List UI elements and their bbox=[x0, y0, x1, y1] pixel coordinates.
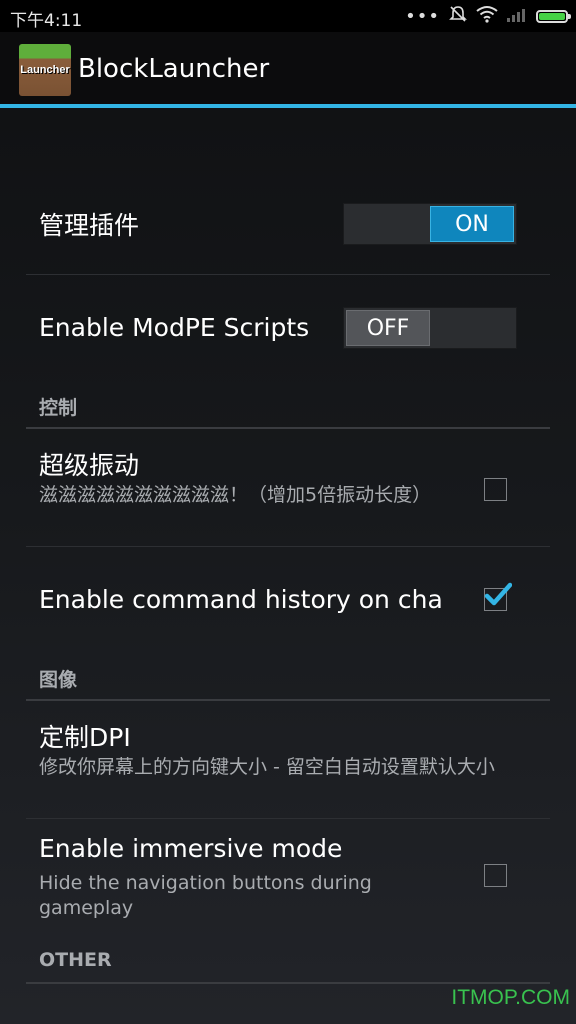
alarm-off-icon bbox=[448, 4, 468, 28]
immersive-mode-checkbox[interactable] bbox=[484, 864, 507, 887]
switch-thumb-off: OFF bbox=[346, 310, 430, 346]
pref-custom-dpi-summary: 修改你屏幕上的方向键大小 - 留空白自动设置默认大小 bbox=[39, 756, 495, 778]
checkmark-icon bbox=[484, 582, 512, 606]
pref-custom-dpi[interactable]: 定制DPI 修改你屏幕上的方向键大小 - 留空白自动设置默认大小 bbox=[26, 702, 550, 818]
app-title: BlockLauncher bbox=[78, 54, 270, 84]
modpe-scripts-switch[interactable]: OFF bbox=[343, 307, 517, 349]
pref-immersive-mode[interactable]: Enable immersive mode Hide the navigatio… bbox=[26, 819, 550, 937]
app-icon-label: Launcher bbox=[20, 64, 70, 76]
pref-immersive-mode-title: Enable immersive mode bbox=[39, 834, 343, 863]
signal-icon bbox=[506, 5, 528, 27]
status-bar: 下午4:11 ••• bbox=[0, 0, 576, 32]
pref-super-vibration-title: 超级振动 bbox=[39, 451, 140, 480]
pref-super-vibration-summary: 滋滋滋滋滋滋滋滋滋滋！（增加5倍振动长度） bbox=[39, 484, 432, 506]
pref-command-history-title: Enable command history on cha bbox=[39, 585, 443, 614]
pref-immersive-mode-summary: Hide the navigation buttons during gamep… bbox=[39, 872, 372, 919]
category-divider bbox=[26, 427, 550, 429]
pref-custom-dpi-title: 定制DPI bbox=[39, 723, 131, 752]
category-control: 控制 bbox=[39, 397, 78, 419]
category-graphics: 图像 bbox=[39, 669, 78, 691]
category-divider bbox=[26, 982, 550, 984]
status-time: 下午4:11 bbox=[10, 11, 83, 31]
pref-modpe-scripts[interactable]: Enable ModPE Scripts OFF bbox=[26, 275, 550, 379]
wifi-icon bbox=[476, 5, 498, 27]
manage-plugins-switch[interactable]: ON bbox=[343, 203, 517, 245]
action-bar: Launcher BlockLauncher bbox=[0, 32, 576, 108]
pref-manage-plugins-title: 管理插件 bbox=[39, 211, 140, 240]
switch-thumb-on: ON bbox=[430, 206, 514, 242]
pref-manage-plugins[interactable]: 管理插件 ON bbox=[26, 172, 550, 274]
category-divider bbox=[26, 699, 550, 701]
app-icon[interactable]: Launcher bbox=[19, 44, 71, 96]
command-history-checkbox[interactable] bbox=[484, 582, 512, 611]
battery-icon bbox=[536, 9, 571, 23]
pref-super-vibration[interactable]: 超级振动 滋滋滋滋滋滋滋滋滋滋！（增加5倍振动长度） bbox=[26, 430, 550, 546]
pref-command-history[interactable]: Enable command history on cha bbox=[26, 547, 550, 651]
notification-dots-icon: ••• bbox=[405, 5, 440, 27]
super-vibration-checkbox[interactable] bbox=[484, 478, 507, 501]
pref-modpe-scripts-title: Enable ModPE Scripts bbox=[39, 313, 310, 342]
category-other: OTHER bbox=[39, 949, 112, 971]
watermark: ITMOP.COM bbox=[451, 986, 570, 1009]
battery-level bbox=[539, 12, 565, 20]
status-icons: ••• bbox=[405, 4, 571, 28]
